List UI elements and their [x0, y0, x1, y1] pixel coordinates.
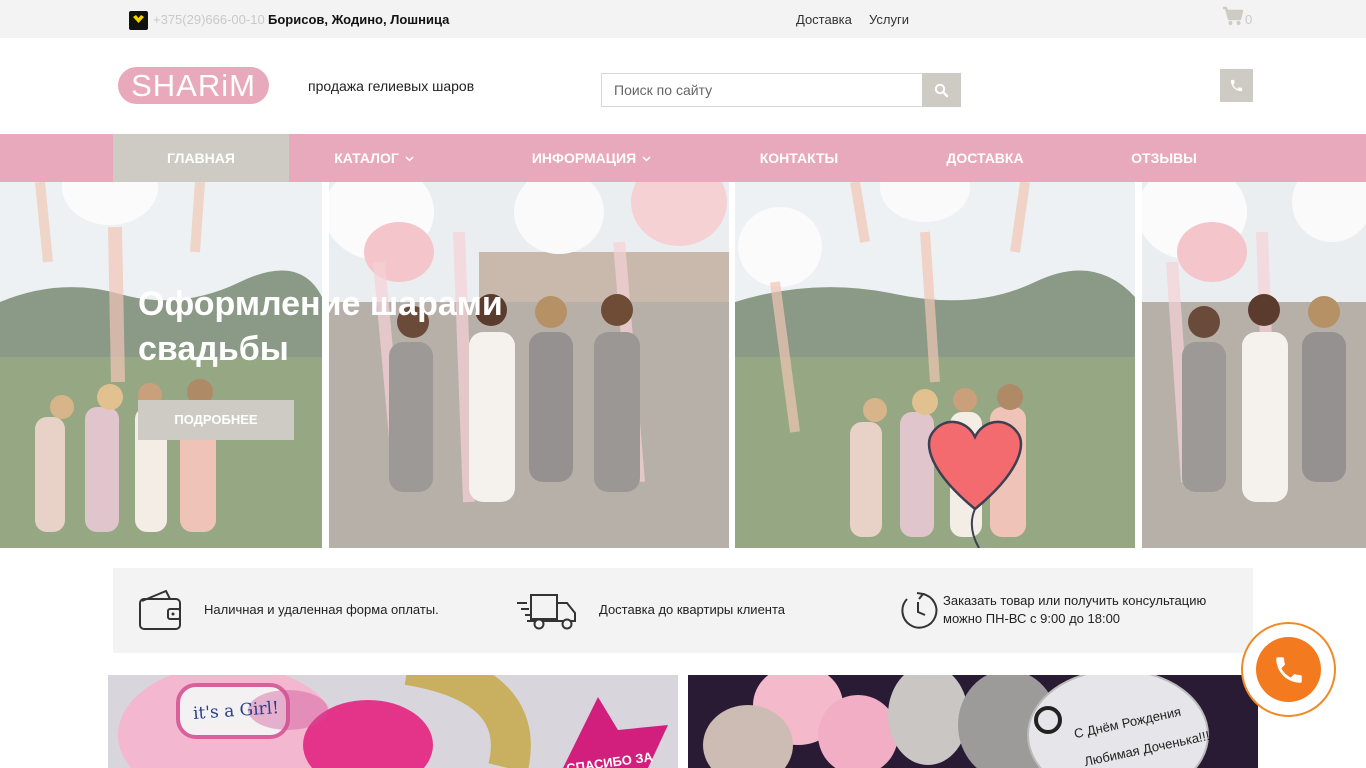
phone-icon [1230, 79, 1243, 92]
nav-label: Отзывы [1131, 150, 1197, 166]
nav-item-catalog[interactable]: Каталог [289, 134, 459, 182]
site-slogan: продажа гелиевых шаров [308, 78, 475, 94]
hero-title: Оформление шарами свадьбы [138, 282, 558, 372]
main-nav: Главная Каталог Информация Контакты Дост… [0, 134, 1366, 182]
hero-title-line: Оформление шарами [138, 285, 503, 323]
nav-label: Каталог [334, 150, 399, 166]
search-input[interactable] [601, 73, 922, 107]
floating-call-circle [1256, 637, 1321, 702]
feature-hours: Заказать товар или получить консультацию… [943, 592, 1206, 628]
callback-button[interactable] [1220, 69, 1253, 102]
clock-icon [901, 592, 938, 629]
chevron-down-icon [405, 156, 414, 162]
site-logo[interactable]: SHARiM [118, 67, 269, 104]
nav-label: Контакты [759, 150, 839, 166]
wallet-icon [139, 589, 181, 630]
search-button[interactable] [922, 73, 961, 107]
product-image-birthday[interactable]: С Днём Рождения Любимая Доченька!!! [688, 675, 1258, 768]
hero-photo [1142, 182, 1366, 548]
nav-label: Доставка [946, 150, 1024, 166]
hero-photo [735, 182, 1135, 548]
chevron-down-icon [642, 156, 651, 162]
feature-hours-line: можно ПН-ВС с 9:00 до 18:00 [943, 611, 1121, 626]
cart-icon[interactable] [1222, 6, 1244, 31]
nav-label: Информация [531, 150, 637, 166]
feature-delivery: Доставка до квартиры клиента [599, 602, 786, 617]
logo-text: SHARiM [131, 68, 256, 103]
hero-more-button[interactable]: ПОДРОБНЕЕ [138, 400, 294, 440]
cart-count: 0 [1245, 12, 1253, 27]
nav-item-delivery[interactable]: Доставка [920, 134, 1050, 182]
nav-item-info[interactable]: Информация [499, 134, 684, 182]
hero-title-line: свадьбы [138, 330, 289, 368]
search-icon [934, 83, 949, 98]
features-bar: Наличная и удаленная форма оплаты. Доста… [113, 568, 1253, 653]
product-image-girl[interactable]: it's a Girl! СПАСИБО ЗА [108, 675, 678, 768]
floating-call-button[interactable] [1241, 622, 1336, 717]
top-bar: +375(29)666-00-10 Борисов, Жодино, Лошни… [0, 0, 1366, 38]
nav-item-contacts[interactable]: Контакты [734, 134, 864, 182]
feature-hours-line: Заказать товар или получить консультацию [943, 593, 1207, 608]
feature-payment: Наличная и удаленная форма оплаты. [204, 602, 439, 617]
top-link-delivery[interactable]: Доставка [796, 12, 852, 27]
nav-item-home[interactable]: Главная [113, 134, 289, 182]
cities-label: Борисов, Жодино, Лошница [268, 12, 450, 27]
nav-item-reviews[interactable]: Отзывы [1110, 134, 1218, 182]
viber-icon [129, 11, 148, 30]
truck-icon [517, 594, 576, 630]
phone-number[interactable]: +375(29)666-00-10 [153, 12, 265, 27]
nav-label: Главная [167, 150, 235, 166]
top-link-services[interactable]: Услуги [869, 12, 909, 27]
phone-icon [1276, 657, 1302, 683]
